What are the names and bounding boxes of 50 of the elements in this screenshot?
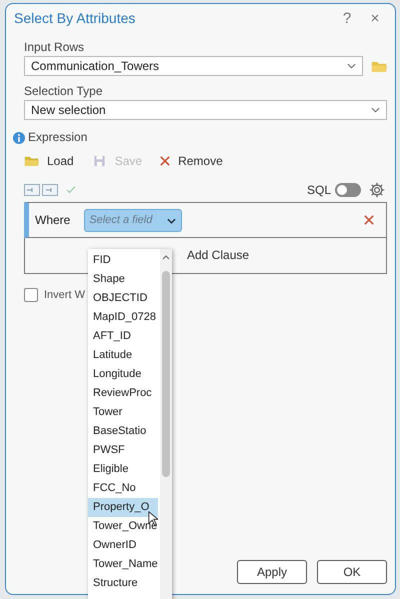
field-list-item[interactable]: Latitude (88, 346, 158, 365)
scrollbar-thumb[interactable] (162, 271, 170, 477)
chevron-icon (347, 63, 356, 69)
invert-label: Invert W (44, 289, 85, 301)
field-dropdown[interactable]: Select a field (84, 208, 182, 232)
add-clause-button[interactable]: Add Clause (187, 248, 250, 262)
field-list-item[interactable]: Structure (88, 574, 158, 593)
field-list-item[interactable]: Longitude (88, 365, 158, 384)
field-list-item[interactable]: OBJECTID (88, 289, 158, 308)
checkbox[interactable] (24, 288, 38, 302)
field-list-item[interactable]: AFT_ID (88, 327, 158, 346)
field-list-item[interactable]: MapID_0728 (88, 308, 158, 327)
remove-icon (160, 156, 170, 166)
field-list-item[interactable]: ReviewProc (88, 384, 158, 403)
field-label: Selection Type (24, 84, 104, 98)
field-list-item[interactable]: Eligible (88, 460, 158, 479)
chevron-icon (167, 218, 176, 224)
field-list-item[interactable]: Shape (88, 270, 158, 289)
field-label: Input Rows (24, 40, 86, 54)
remove-button[interactable]: Remove (160, 154, 223, 168)
chevron-icon (371, 107, 380, 113)
where-label: Where (35, 213, 70, 227)
section-label: Expression (28, 130, 88, 144)
selection-type-dropdown[interactable]: New selection (24, 100, 387, 120)
field-list-item[interactable]: FCC_No (88, 479, 158, 498)
settings-icon[interactable] (369, 182, 385, 198)
field-list-item[interactable]: Tower (88, 403, 158, 422)
help-button[interactable]: ? (333, 10, 361, 26)
indent-icon[interactable] (24, 184, 58, 196)
sql-toggle[interactable] (335, 183, 361, 197)
field-list-item[interactable]: Tower_Name (88, 555, 158, 574)
input-rows-dropdown[interactable]: Communication_Towers (24, 56, 363, 76)
field-list-item[interactable]: FID (88, 251, 158, 270)
scrollbar[interactable] (160, 249, 172, 599)
info-icon (13, 132, 25, 144)
field-list-item[interactable]: BaseStatio (88, 422, 158, 441)
field-list-item[interactable]: OwnerID (88, 536, 158, 555)
load-button[interactable]: Load (24, 154, 74, 168)
check-icon[interactable] (66, 186, 76, 194)
close-button[interactable]: × (361, 10, 389, 26)
scroll-up-icon[interactable] (162, 255, 170, 260)
delete-icon[interactable] (364, 215, 374, 225)
field-list-item[interactable]: Property_O (88, 498, 158, 517)
folder-icon (24, 155, 39, 167)
apply-button[interactable]: Apply (237, 560, 307, 584)
field-list-item[interactable]: PWSF (88, 441, 158, 460)
window-title: Select By Attributes (14, 10, 136, 26)
ok-button[interactable]: OK (317, 560, 387, 584)
sql-label: SQL (306, 183, 331, 197)
save-icon (92, 155, 107, 167)
